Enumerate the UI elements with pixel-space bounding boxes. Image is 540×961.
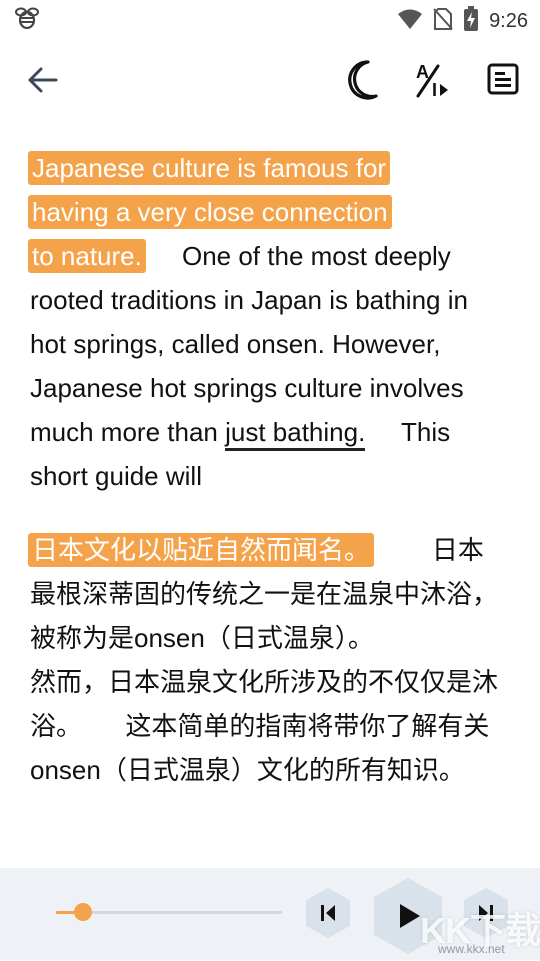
translation-sentence[interactable]: 这本简单的指南将带你了解有关onsen（日式温泉）文化的所有知识。 xyxy=(30,711,489,785)
no-sim-icon xyxy=(433,7,453,36)
progress-thumb[interactable] xyxy=(74,903,93,921)
chinese-paragraph: 日本文化以贴近自然而闻名。 日本最根深蒂固的传统之一是在温泉中沐浴，被称为是on… xyxy=(28,528,500,792)
battery-charging-icon xyxy=(463,6,479,37)
watermark-url: www.kkx.net xyxy=(438,942,505,956)
svg-text:A: A xyxy=(416,62,429,82)
reader-content: Japanese culture is famous for having a v… xyxy=(28,146,500,792)
bee-icon xyxy=(14,6,40,35)
previous-sentence-icon[interactable] xyxy=(304,886,352,940)
svg-text:I: I xyxy=(432,80,437,100)
article-icon[interactable] xyxy=(484,60,524,100)
status-time: 9:26 xyxy=(489,10,528,32)
status-bar: 9:26 xyxy=(0,0,540,36)
wifi-icon xyxy=(397,8,423,35)
back-arrow-icon[interactable] xyxy=(24,62,60,98)
toolbar: A I xyxy=(0,52,540,108)
highlighted-translation[interactable]: 日本文化以贴近自然而闻名。 xyxy=(28,533,375,567)
moon-icon[interactable] xyxy=(342,58,382,102)
underlined-sentence[interactable]: just bathing. xyxy=(225,417,366,451)
translate-icon[interactable]: A I xyxy=(412,60,452,100)
english-paragraph: Japanese culture is famous for having a v… xyxy=(28,146,500,498)
